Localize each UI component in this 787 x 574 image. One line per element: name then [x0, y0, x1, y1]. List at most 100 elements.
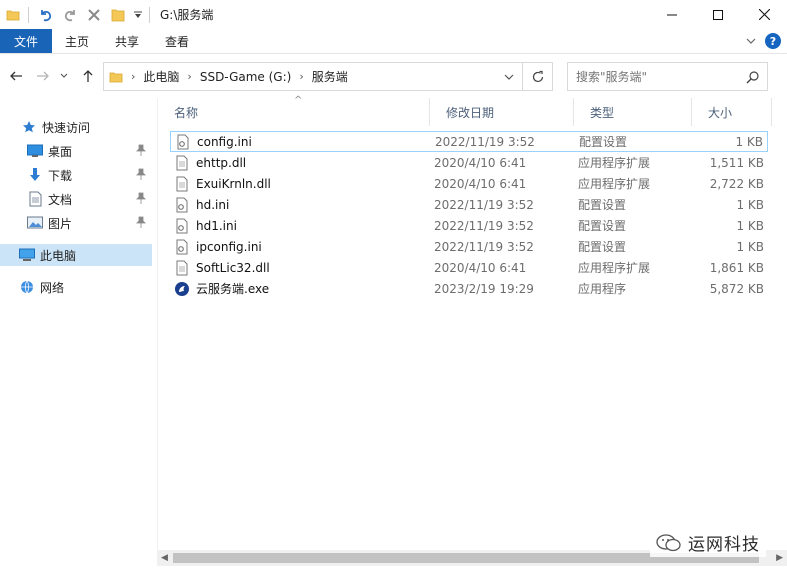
search-box[interactable] [567, 62, 768, 91]
file-type: 配置设置 [578, 198, 627, 212]
file-name-cell: hd1.ini [170, 218, 237, 234]
toolbar-divider [28, 6, 29, 23]
file-name-cell: hd.ini [170, 197, 229, 213]
file-type: 应用程序扩展 [578, 156, 651, 170]
breadcrumb-drive[interactable]: SSD-Game (G:) [200, 70, 292, 84]
scroll-left-icon[interactable]: ◀ [161, 553, 168, 563]
file-row[interactable]: config.ini 2022/11/19 3:52 配置设置 1 KB [170, 131, 768, 152]
file-row[interactable]: hd1.ini 2022/11/19 3:52 配置设置 1 KB [170, 215, 768, 236]
minimize-button[interactable] [649, 0, 695, 29]
undo-icon[interactable] [35, 4, 57, 26]
file-date: 2020/4/10 6:41 [434, 260, 527, 275]
nav-this-pc[interactable]: 此电脑 [0, 244, 152, 266]
breadcrumb-current-folder[interactable]: 服务端 [312, 68, 348, 85]
file-name: SoftLic32.dll [196, 260, 270, 275]
dll-file-icon [176, 260, 188, 275]
file-type: 配置设置 [578, 219, 627, 233]
column-label: 类型 [590, 105, 615, 120]
file-type: 配置设置 [578, 240, 627, 254]
tab-view[interactable]: 查看 [152, 29, 202, 53]
pin-icon [136, 192, 146, 207]
file-size: 1 KB [735, 134, 763, 149]
tab-file[interactable]: 文件 [0, 29, 52, 53]
file-date: 2022/11/19 3:52 [434, 239, 534, 254]
nav-item-documents[interactable]: 文档 [26, 188, 152, 210]
column-label: 修改日期 [446, 105, 495, 120]
column-headers: ^ 名称 修改日期 类型 大小 [158, 95, 787, 126]
navigation-pane: 快速访问 桌面 下载 文档 图片 此电脑 网络 [0, 98, 156, 574]
up-button[interactable] [78, 66, 98, 86]
ini-file-icon [177, 134, 189, 149]
nav-label: 文档 [48, 192, 73, 207]
nav-item-downloads[interactable]: 下载 [26, 164, 152, 186]
search-icon[interactable] [746, 70, 760, 87]
column-label: 名称 [174, 105, 199, 120]
redo-icon[interactable] [59, 4, 81, 26]
nav-label: 网络 [40, 280, 65, 295]
arrow-left-icon [10, 71, 22, 81]
tab-share[interactable]: 共享 [102, 29, 152, 53]
nav-item-desktop[interactable]: 桌面 [26, 140, 152, 162]
file-date: 2020/4/10 6:41 [434, 155, 527, 170]
back-button[interactable] [6, 66, 26, 86]
status-bar [0, 566, 787, 574]
file-date: 2022/11/19 3:52 [434, 197, 534, 212]
window-controls [649, 0, 787, 29]
file-type: 应用程序 [578, 282, 627, 296]
file-name-cell: config.ini [171, 134, 252, 150]
nav-item-pictures[interactable]: 图片 [26, 212, 152, 234]
file-row[interactable]: SoftLic32.dll 2020/4/10 6:41 应用程序扩展 1,86… [170, 257, 768, 278]
pin-icon [136, 216, 146, 231]
maximize-button[interactable] [695, 0, 741, 29]
help-icon[interactable]: ? [765, 33, 781, 49]
file-name: ehttp.dll [196, 155, 247, 170]
nav-label: 下载 [48, 168, 73, 183]
file-size: 1 KB [736, 239, 764, 254]
file-size: 5,872 KB [709, 281, 764, 296]
ini-file-icon [176, 239, 188, 254]
folder-icon [2, 4, 24, 26]
pin-icon [136, 168, 146, 183]
file-name-cell: ehttp.dll [170, 155, 246, 171]
nav-label: 桌面 [48, 144, 73, 159]
file-date: 2022/11/19 3:52 [435, 134, 535, 149]
column-header-size[interactable]: 大小 [692, 98, 772, 126]
delete-icon[interactable] [83, 4, 105, 26]
column-header-name[interactable]: ^ 名称 [158, 95, 430, 126]
column-header-date[interactable]: 修改日期 [430, 98, 574, 126]
search-input[interactable] [576, 69, 746, 84]
title-bar: G:\服务端 [0, 0, 787, 29]
file-type: 应用程序扩展 [578, 261, 651, 275]
star-icon [20, 119, 38, 135]
file-row[interactable]: ehttp.dll 2020/4/10 6:41 应用程序扩展 1,511 KB [170, 152, 768, 173]
dll-file-icon [176, 176, 188, 191]
file-size: 1,861 KB [709, 260, 764, 275]
address-history-dropdown[interactable] [504, 72, 514, 82]
nav-label: 图片 [48, 216, 73, 231]
nav-quick-access[interactable]: 快速访问 [20, 116, 172, 138]
file-row[interactable]: 云服务端.exe 2023/2/19 19:29 应用程序 5,872 KB [170, 278, 768, 299]
file-name-cell: ipconfig.ini [170, 239, 262, 255]
forward-button[interactable] [33, 66, 53, 86]
pictures-icon [26, 215, 44, 231]
file-name: config.ini [197, 134, 252, 149]
customize-toolbar-icon[interactable] [131, 4, 145, 26]
recent-locations-button[interactable] [58, 66, 70, 86]
file-date: 2020/4/10 6:41 [434, 176, 527, 191]
file-row[interactable]: ExuiKrnln.dll 2020/4/10 6:41 应用程序扩展 2,72… [170, 173, 768, 194]
file-row[interactable]: hd.ini 2022/11/19 3:52 配置设置 1 KB [170, 194, 768, 215]
new-folder-icon[interactable] [107, 4, 129, 26]
file-size: 1 KB [736, 197, 764, 212]
network-icon [18, 279, 36, 295]
expand-ribbon-icon[interactable] [745, 35, 757, 47]
file-row[interactable]: ipconfig.ini 2022/11/19 3:52 配置设置 1 KB [170, 236, 768, 257]
address-bar[interactable]: › 此电脑 › SSD-Game (G:) › 服务端 [103, 62, 523, 91]
arrow-up-icon [83, 70, 93, 82]
column-header-type[interactable]: 类型 [574, 98, 692, 126]
scroll-right-icon[interactable]: ▶ [776, 553, 783, 563]
breadcrumb-this-pc[interactable]: 此电脑 [143, 68, 179, 85]
close-button[interactable] [741, 0, 787, 29]
refresh-button[interactable] [522, 62, 553, 91]
nav-network[interactable]: 网络 [18, 276, 170, 298]
tab-home[interactable]: 主页 [52, 29, 102, 53]
